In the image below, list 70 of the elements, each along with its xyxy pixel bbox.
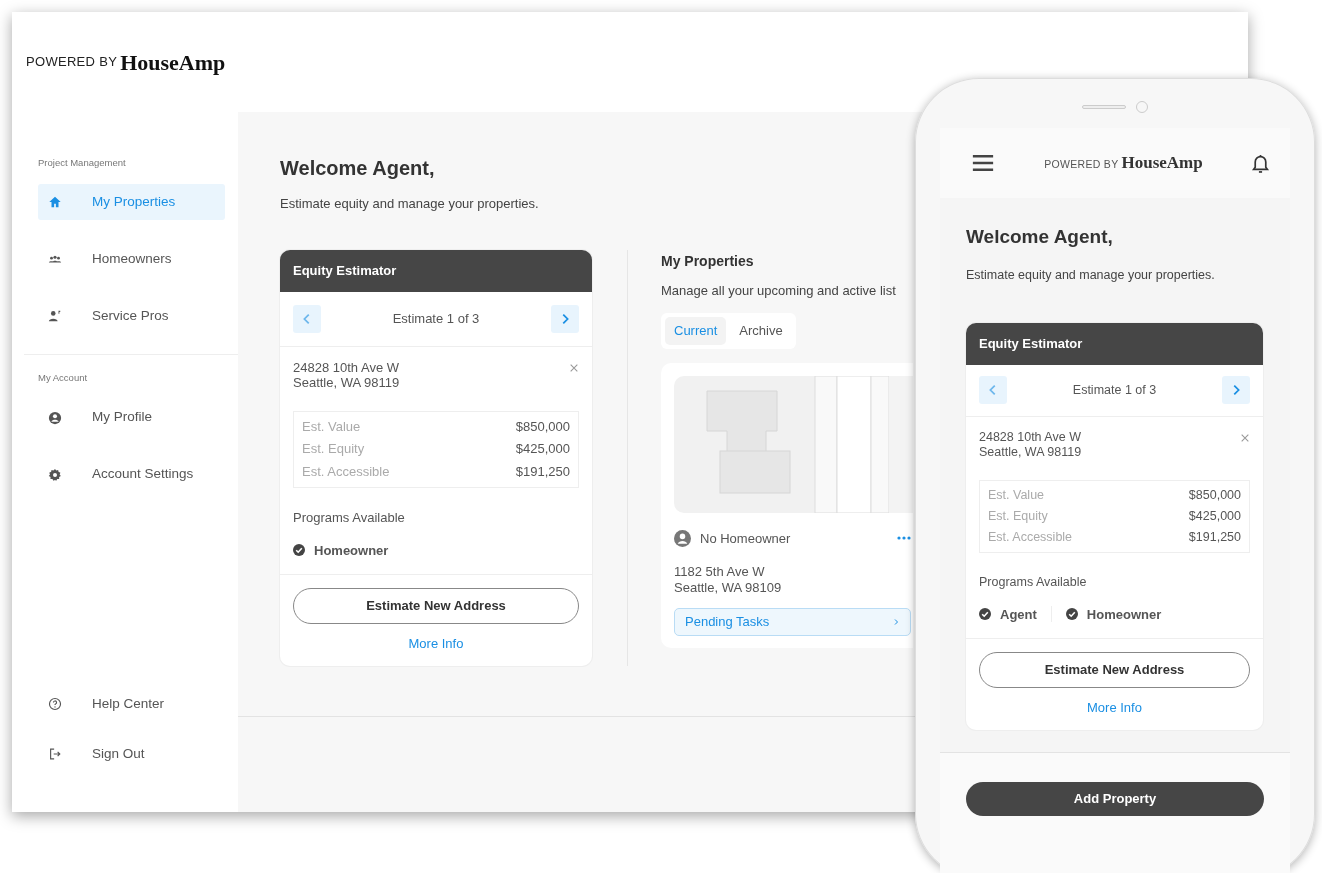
estimate-value: $191,250: [1188, 528, 1241, 546]
bell-icon[interactable]: [1251, 152, 1270, 174]
sidebar-item[interactable]: Account Settings: [38, 456, 225, 493]
welcome-subtitle: Estimate equity and manage your properties.: [966, 267, 1216, 284]
add-property-button[interactable]: Add Property: [966, 782, 1264, 816]
estimate-button[interactable]: Estimate New Address: [293, 588, 579, 625]
logo-prefix: POWERED BY: [26, 53, 118, 72]
welcome-title: Welcome Agent,: [966, 226, 1113, 249]
program-label: Homeowner: [314, 541, 389, 560]
section-title: My Properties: [661, 251, 755, 271]
estimate-label: Est. Accessible: [302, 462, 390, 481]
program-label: Agent: [1000, 605, 1037, 624]
sign-out-icon: [48, 747, 62, 761]
estimate-button[interactable]: Estimate New Address: [979, 652, 1250, 688]
sidebar-item[interactable]: Service Pros: [38, 298, 225, 335]
tab[interactable]: Archive: [730, 317, 792, 345]
welcome-title: Welcome Agent,: [280, 156, 435, 180]
card-header: Equity Estimator: [280, 249, 592, 292]
next-button[interactable]: [1222, 376, 1250, 405]
home-icon: [48, 195, 62, 210]
logo-brand: HouseAmp: [120, 48, 226, 77]
close-icon[interactable]: [569, 362, 579, 373]
check-icon: [293, 544, 305, 557]
card-header: Equity Estimator: [966, 322, 1263, 365]
section-heading: My Account: [37, 371, 89, 386]
section-subtitle: Manage all your upcoming and active list: [661, 281, 897, 300]
user-icon: [48, 410, 62, 425]
pager-text: Estimate 1 of 3: [1072, 381, 1157, 399]
program-label: Homeowner: [1086, 605, 1162, 624]
sidebar-item[interactable]: Help Center: [38, 686, 171, 722]
owner-label: No Homeowner: [700, 529, 791, 548]
sidebar-item[interactable]: Homeowners: [38, 241, 225, 278]
estimate-label: Est. Value: [988, 486, 1045, 504]
address-text: 24828 10th Ave W Seattle, WA 98119: [293, 359, 400, 391]
previous-button[interactable]: [293, 304, 321, 333]
sidebar-item[interactable]: Sign Out: [38, 736, 151, 772]
chevron-right-icon: [892, 618, 900, 627]
estimate-label: Est. Equity: [988, 507, 1048, 525]
settings-icon: [48, 467, 62, 482]
estimate-label: Est. Value: [302, 417, 361, 436]
address-text: 24828 10th Ave W Seattle, WA 98119: [979, 429, 1082, 460]
user-icon: [674, 529, 691, 547]
speaker-icon: [1082, 105, 1126, 109]
programs-heading: Programs Available: [292, 509, 406, 528]
address-text: 1182 5th Ave W Seattle, WA 98109: [674, 564, 783, 596]
estimate-value: $850,000: [515, 417, 570, 436]
welcome-subtitle: Estimate equity and manage your properties.: [280, 195, 539, 213]
programs-heading: Programs Available: [978, 573, 1088, 591]
more-icon[interactable]: [897, 536, 911, 541]
more-info-link[interactable]: More Info: [1087, 698, 1142, 718]
logo-brand: HouseAmp: [1121, 153, 1203, 173]
help-icon: [48, 697, 62, 711]
check-icon: [1065, 608, 1078, 621]
check-icon: [979, 608, 991, 621]
estimate-label: Est. Accessible: [988, 528, 1073, 546]
logo-prefix: POWERED BY: [1044, 158, 1119, 171]
more-info-link[interactable]: More Info: [408, 634, 464, 654]
section-heading: Project Management: [37, 156, 127, 170]
estimate-value: $425,000: [515, 440, 570, 459]
estimate-value: $191,250: [515, 462, 570, 481]
estimate-value: $850,000: [1188, 486, 1241, 504]
next-button[interactable]: [551, 304, 579, 333]
estimate-value: $425,000: [1188, 507, 1241, 525]
pager-text: Estimate 1 of 3: [392, 309, 480, 328]
person-icon: [48, 309, 62, 324]
sidebar-item[interactable]: My Profile: [38, 399, 225, 436]
close-icon[interactable]: [1240, 432, 1250, 443]
menu-icon[interactable]: [970, 154, 996, 172]
estimate-label: Est. Equity: [302, 440, 365, 459]
previous-button[interactable]: [979, 376, 1007, 405]
